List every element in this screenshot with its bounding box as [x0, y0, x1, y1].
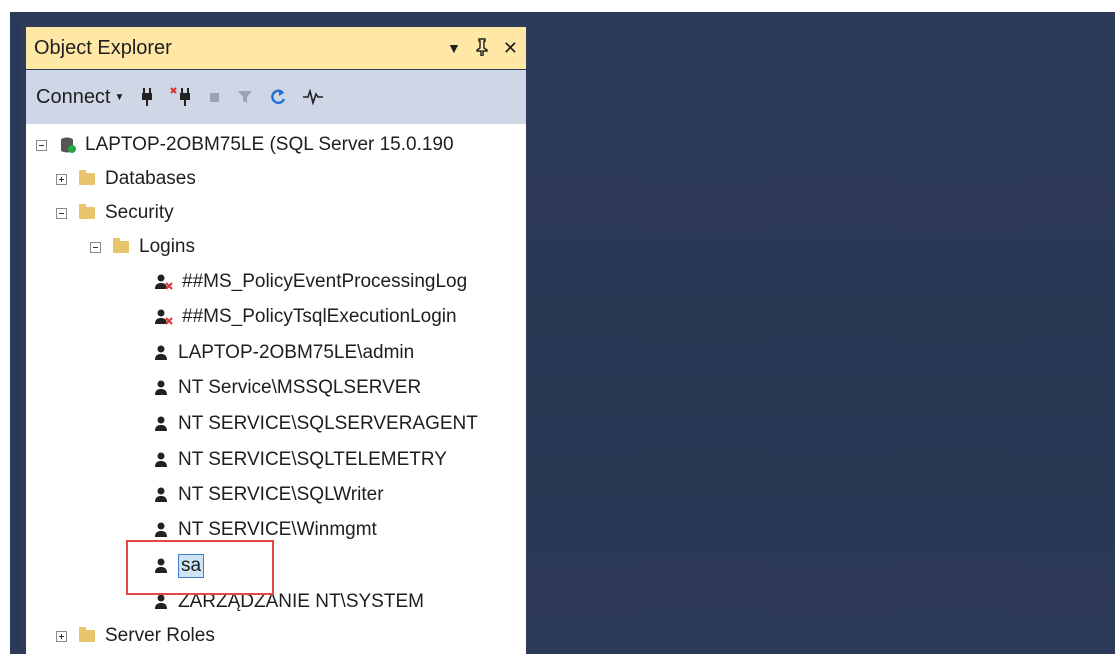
collapse-toggle[interactable] — [90, 241, 101, 253]
user-icon — [154, 486, 170, 504]
tree-node-security[interactable]: Security — [56, 198, 174, 228]
connect-plug-icon[interactable] — [138, 86, 156, 108]
annotation-highlight-box — [126, 540, 274, 595]
connect-button[interactable]: Connect ▼ — [36, 86, 124, 109]
disabled-user-icon — [154, 273, 174, 291]
pin-icon[interactable] — [475, 37, 489, 59]
server-name: LAPTOP-2OBM75LE (SQL Server 15.0.190 — [85, 134, 454, 155]
tree-node-databases[interactable]: Databases — [56, 164, 196, 194]
user-icon — [154, 451, 170, 469]
expand-toggle[interactable] — [56, 630, 67, 642]
login-label: NT SERVICE\SQLTELEMETRY — [178, 449, 447, 470]
login-label: NT SERVICE\SQLWriter — [178, 484, 384, 505]
disconnect-icon[interactable] — [170, 86, 194, 108]
tree-node-server-roles[interactable]: Server Roles — [56, 621, 215, 651]
explorer-toolbar: Connect ▼ — [26, 70, 526, 124]
left-edge — [0, 12, 10, 654]
logins-label: Logins — [139, 236, 195, 257]
user-icon — [154, 344, 170, 362]
user-icon — [154, 593, 170, 611]
user-icon — [154, 379, 170, 397]
login-item[interactable]: LAPTOP-2OBM75LE\admin — [154, 338, 414, 368]
folder-icon — [79, 627, 95, 642]
tree-node-logins[interactable]: Logins — [90, 232, 195, 262]
login-label: NT SERVICE\Winmgmt — [178, 519, 377, 540]
collapse-toggle[interactable] — [56, 207, 67, 219]
login-label: ##MS_PolicyTsqlExecutionLogin — [182, 306, 457, 327]
top-edge — [0, 0, 1115, 12]
login-item[interactable]: NT SERVICE\SQLTELEMETRY — [154, 445, 447, 475]
login-item[interactable]: ##MS_PolicyEventProcessingLog — [154, 267, 467, 297]
login-label: NT Service\MSSQLSERVER — [178, 377, 422, 398]
login-item[interactable]: ##MS_PolicyTsqlExecutionLogin — [154, 302, 457, 332]
login-item[interactable]: NT Service\MSSQLSERVER — [154, 373, 421, 403]
folder-icon — [113, 238, 129, 253]
server-roles-label: Server Roles — [105, 625, 215, 646]
close-icon[interactable]: ✕ — [503, 39, 518, 57]
chevron-down-icon: ▼ — [114, 91, 125, 103]
connect-label: Connect — [36, 85, 111, 108]
object-explorer-titlebar: Object Explorer ▼ ✕ — [26, 27, 526, 69]
tree-node-server[interactable]: LAPTOP-2OBM75LE (SQL Server 15.0.190 — [36, 130, 454, 160]
disabled-user-icon — [154, 308, 174, 326]
user-icon — [154, 415, 170, 433]
expand-toggle[interactable] — [56, 173, 67, 185]
window-position-dropdown-icon[interactable]: ▼ — [447, 41, 461, 55]
refresh-icon[interactable] — [268, 87, 288, 107]
security-label: Security — [105, 202, 174, 223]
folder-icon — [79, 204, 95, 219]
stop-icon[interactable] — [208, 90, 222, 104]
folder-icon — [79, 170, 95, 185]
activity-monitor-icon[interactable] — [302, 89, 324, 105]
collapse-toggle[interactable] — [36, 139, 47, 151]
login-label: ##MS_PolicyEventProcessingLog — [182, 271, 468, 292]
login-item[interactable]: NT SERVICE\SQLWriter — [154, 480, 384, 510]
databases-label: Databases — [105, 168, 196, 189]
document-area — [528, 12, 1115, 654]
login-label: LAPTOP-2OBM75LE\admin — [178, 342, 415, 363]
user-icon — [154, 521, 170, 539]
login-item[interactable]: NT SERVICE\SQLSERVERAGENT — [154, 409, 478, 439]
panel-title: Object Explorer — [34, 36, 172, 59]
filter-icon[interactable] — [236, 88, 254, 106]
object-explorer-tree: LAPTOP-2OBM75LE (SQL Server 15.0.190 Dat… — [26, 124, 526, 654]
server-connected-icon — [59, 136, 77, 154]
login-label: NT SERVICE\SQLSERVERAGENT — [178, 413, 478, 434]
